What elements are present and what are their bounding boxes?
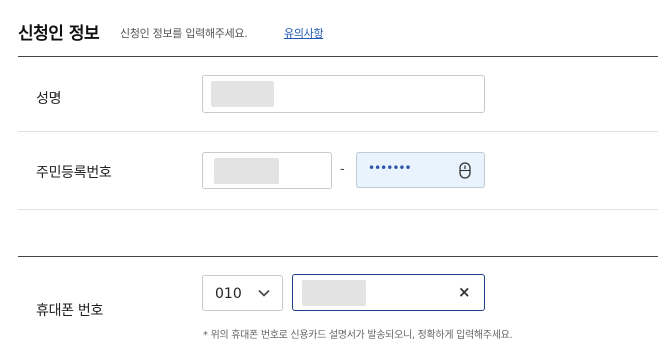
chevron-down-icon: [258, 289, 270, 297]
phone-number-input[interactable]: ×: [292, 274, 485, 311]
close-icon[interactable]: ×: [458, 285, 471, 300]
resident-number-front-input[interactable]: [202, 152, 332, 189]
resident-number-label: 주민등록번호: [36, 165, 112, 181]
section-title: 신청인 정보: [18, 24, 100, 44]
mouse-icon[interactable]: [459, 162, 471, 179]
phone-prefix-value: 010: [215, 286, 242, 302]
resident-number-back-input[interactable]: •••••••: [356, 152, 485, 188]
notice-link[interactable]: 유의사항: [284, 25, 324, 41]
phone-masked-value: [302, 280, 366, 306]
resident-back-masked-dots: •••••••: [368, 161, 412, 175]
name-masked-value: [211, 81, 274, 107]
phone-notice-text: * 위의 휴대폰 번호로 신용카드 설명서가 발송되오니, 정확하게 입력해주세…: [203, 330, 513, 341]
section-description: 신청인 정보를 입력해주세요.: [120, 27, 248, 40]
resident-front-masked-value: [214, 158, 279, 184]
row-divider: [18, 131, 658, 132]
phone-label: 휴대폰 번호: [36, 303, 104, 319]
name-input[interactable]: [202, 75, 485, 113]
phone-prefix-select[interactable]: 010: [202, 275, 283, 311]
header-divider: [18, 56, 658, 57]
row-divider: [18, 209, 658, 210]
name-label: 성명: [36, 91, 62, 107]
section-divider: [18, 256, 658, 257]
resident-number-separator: -: [340, 162, 345, 177]
